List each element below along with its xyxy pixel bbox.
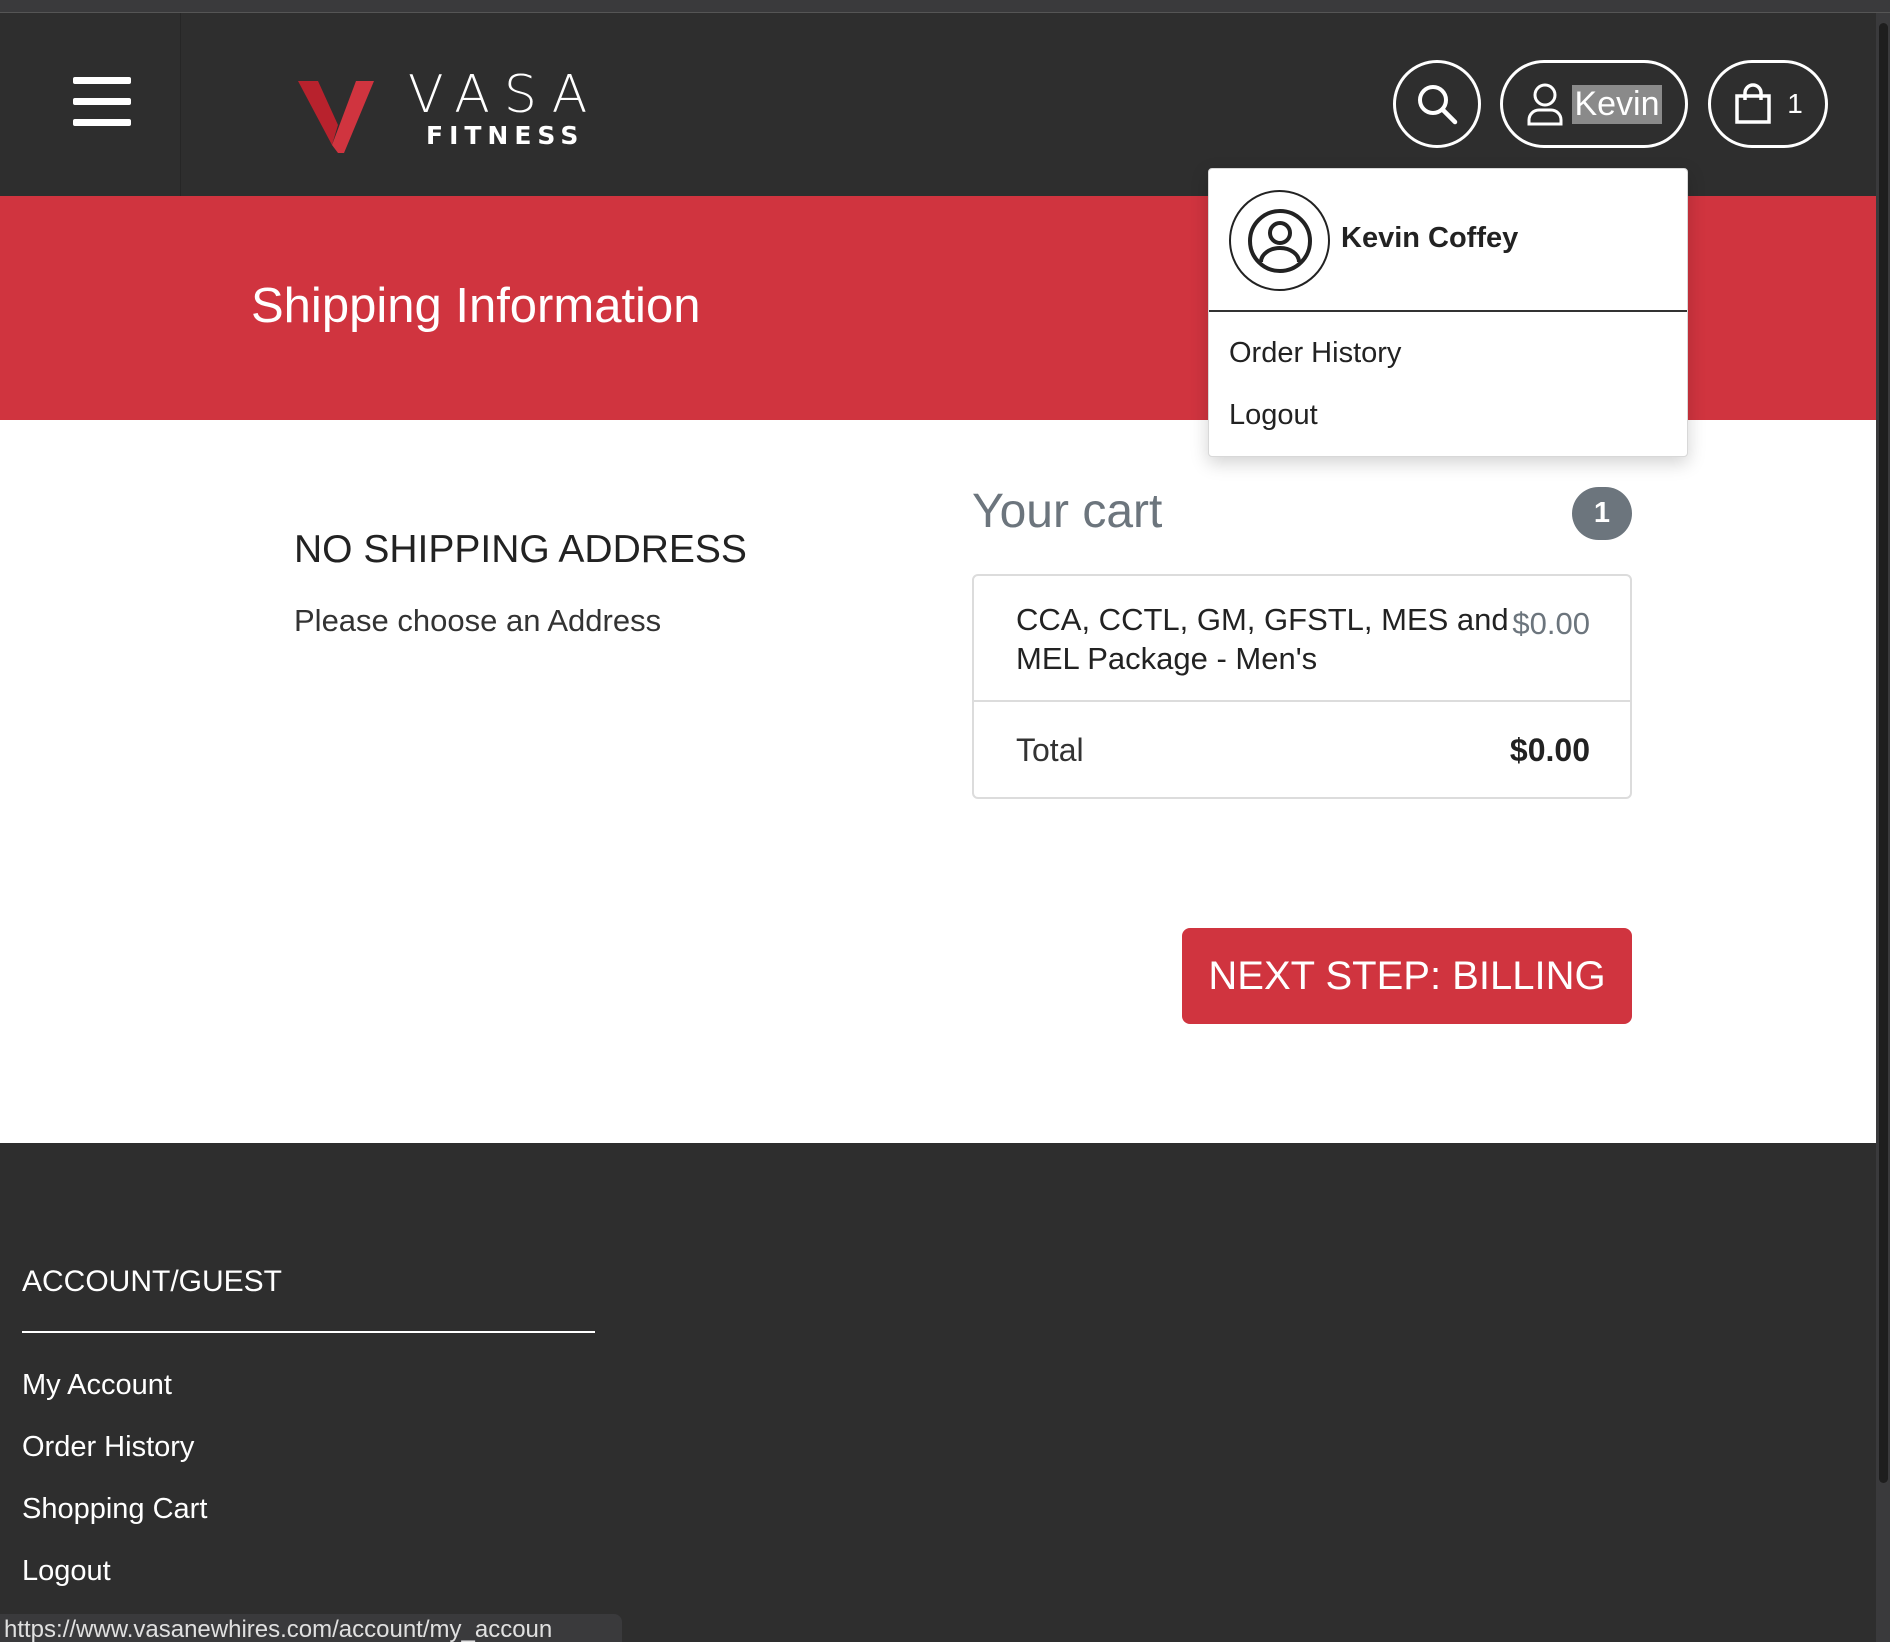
brand-name: VASA	[408, 65, 602, 125]
browser-status-url: https://www.vasanewhires.com/account/my_…	[0, 1614, 622, 1642]
user-account-button[interactable]: Kevin	[1500, 60, 1688, 148]
search-icon	[1418, 85, 1458, 125]
user-name-label: Kevin	[1572, 84, 1662, 124]
search-button[interactable]	[1393, 60, 1481, 148]
scrollbar-thumb[interactable]	[1879, 23, 1888, 1483]
cart-item-name: CCA, CCTL, GM, GFSTL, MES and MEL Packag…	[1016, 602, 1509, 676]
dropdown-user-full-name: Kevin Coffey	[1341, 222, 1519, 254]
menu-cell	[0, 13, 181, 196]
cart-summary: CCA, CCTL, GM, GFSTL, MES and MEL Packag…	[972, 574, 1632, 799]
cart-count-badge: 1	[1572, 487, 1632, 540]
cart-total-value: $0.00	[1509, 732, 1590, 768]
hamburger-menu-icon[interactable]	[73, 77, 131, 127]
shipping-address-heading: NO SHIPPING ADDRESS	[294, 528, 747, 571]
footer-link-logout[interactable]: Logout	[22, 1555, 111, 1588]
footer-link-order-history[interactable]: Order History	[22, 1431, 194, 1464]
shipping-address-subtext: Please choose an Address	[294, 603, 662, 638]
dropdown-header: Kevin Coffey	[1209, 169, 1687, 312]
next-step-billing-button[interactable]: NEXT STEP: BILLING	[1182, 928, 1632, 1024]
dropdown-logout-link[interactable]: Logout	[1229, 399, 1318, 432]
page-title: Shipping Information	[251, 279, 701, 333]
cart-count: 1	[1787, 88, 1803, 119]
footer-link-my-account[interactable]: My Account	[22, 1369, 172, 1402]
user-circle-icon	[1247, 208, 1312, 273]
vasa-logo[interactable]: VASA FITNESS	[298, 65, 618, 155]
scrollbar[interactable]	[1876, 13, 1890, 1642]
dropdown-order-history-link[interactable]: Order History	[1229, 337, 1401, 370]
site-footer: ACCOUNT/GUEST My Account Order History S…	[0, 1143, 1876, 1642]
vasa-v-mark-icon	[298, 81, 374, 153]
footer-link-shopping-cart[interactable]: Shopping Cart	[22, 1493, 207, 1526]
cart-title: Your cart	[972, 485, 1163, 538]
browser-top-strip	[0, 0, 1890, 13]
user-dropdown-menu: Kevin Coffey Order History Logout	[1208, 168, 1688, 457]
cart-total-label: Total	[1016, 732, 1084, 768]
cart-line-item: CCA, CCTL, GM, GFSTL, MES and MEL Packag…	[974, 576, 1630, 702]
cart-item-price: $0.00	[1512, 606, 1590, 641]
shopping-bag-icon	[1735, 83, 1771, 124]
footer-divider	[22, 1331, 595, 1333]
footer-heading: ACCOUNT/GUEST	[22, 1265, 283, 1298]
brand-subtitle: FITNESS	[426, 121, 585, 150]
cart-button[interactable]: 1	[1708, 60, 1828, 148]
avatar	[1229, 190, 1330, 291]
user-icon	[1527, 83, 1563, 126]
